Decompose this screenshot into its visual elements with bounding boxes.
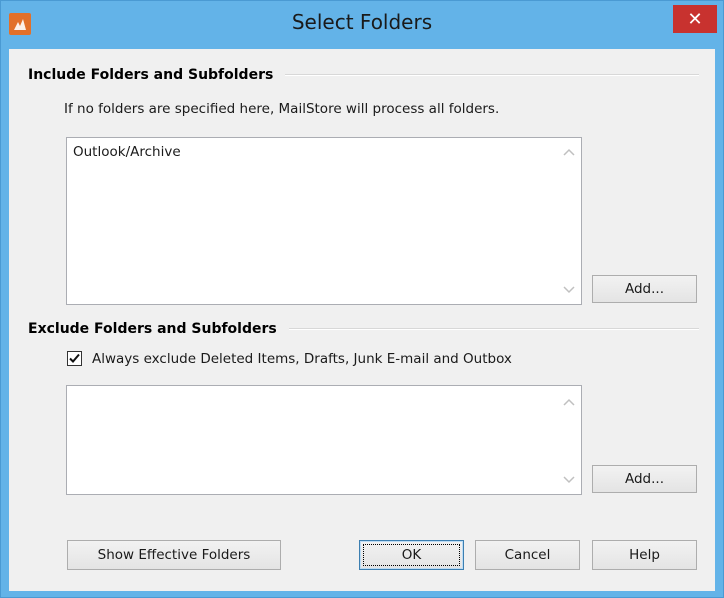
exclude-add-label: Add...: [624, 471, 664, 487]
dialog-title: Select Folders: [291, 10, 433, 34]
ok-button[interactable]: OK: [359, 540, 464, 570]
cancel-button[interactable]: Cancel: [475, 540, 580, 570]
close-button[interactable]: ✕: [673, 5, 717, 33]
include-add-button[interactable]: Add...: [592, 275, 697, 303]
exclude-folder-list[interactable]: [66, 385, 582, 495]
scroll-down-icon[interactable]: [563, 476, 575, 484]
scroll-down-icon[interactable]: [563, 286, 575, 294]
help-button[interactable]: Help: [592, 540, 697, 570]
help-label: Help: [629, 547, 660, 563]
exclude-section-heading: Exclude Folders and Subfolders: [28, 321, 277, 337]
list-item[interactable]: Outlook/Archive: [73, 144, 181, 160]
include-folder-list[interactable]: Outlook/Archive: [66, 137, 582, 305]
include-section-heading: Include Folders and Subfolders: [28, 67, 274, 83]
title-bar[interactable]: Select Folders ✕: [1, 1, 723, 49]
scroll-up-icon[interactable]: [563, 148, 575, 156]
show-effective-folders-label: Show Effective Folders: [97, 547, 251, 563]
dialog-body: Include Folders and Subfolders If no fol…: [9, 49, 715, 591]
select-folders-dialog: Select Folders ✕ Include Folders and Sub…: [0, 0, 724, 598]
include-add-label: Add...: [624, 281, 664, 297]
close-icon: ✕: [687, 8, 703, 30]
include-section-divider: [285, 74, 699, 76]
checkmark-icon: [69, 353, 80, 363]
scroll-up-icon[interactable]: [563, 398, 575, 406]
focus-rectangle: [363, 544, 460, 566]
exclude-section-divider: [289, 328, 699, 330]
always-exclude-checkbox[interactable]: [67, 351, 82, 366]
always-exclude-label[interactable]: Always exclude Deleted Items, Drafts, Ju…: [92, 351, 512, 367]
exclude-add-button[interactable]: Add...: [592, 465, 697, 493]
show-effective-folders-button[interactable]: Show Effective Folders: [67, 540, 281, 570]
cancel-label: Cancel: [504, 547, 551, 563]
include-info-text: If no folders are specified here, MailSt…: [64, 101, 500, 117]
